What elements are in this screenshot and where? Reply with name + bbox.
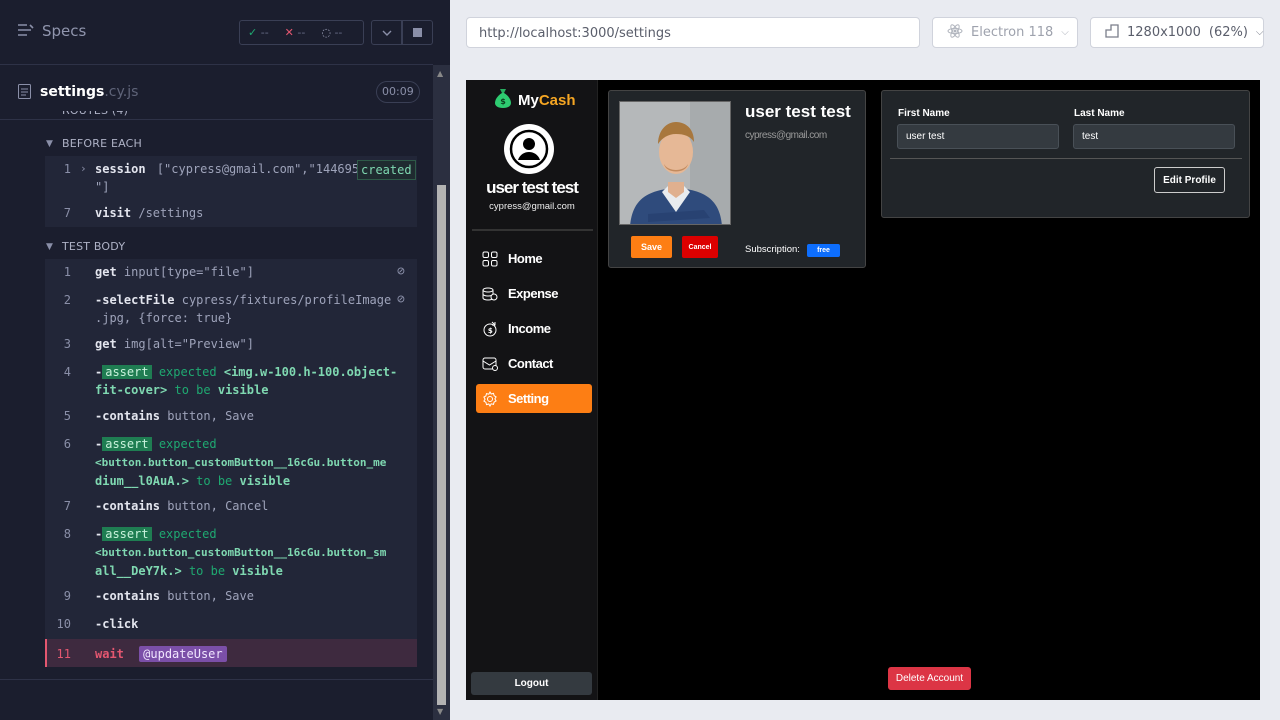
browser-selector[interactable]: Electron 118 ⌵ (932, 17, 1078, 48)
scrollbar-thumb[interactable] (437, 185, 446, 705)
x-icon: ✕ (284, 26, 294, 39)
coins-icon (482, 287, 498, 301)
subscription-badge: free (807, 244, 840, 257)
browser-name: Electron 118 (971, 25, 1054, 40)
profile-form-card: First Name user test Last Name test Edit… (881, 90, 1250, 218)
app-sidebar: $ My Cash user test test cypress@gmail.co… (466, 80, 598, 700)
spec-duration: 00:09 (376, 81, 420, 103)
failed-stat: ✕ -- (284, 26, 306, 39)
money-bag-icon: $ (492, 87, 514, 113)
svg-text:$: $ (500, 97, 506, 106)
chevron-down-icon (382, 30, 391, 36)
form-divider (890, 158, 1242, 159)
viewport-size: 1280x1000 (1127, 25, 1201, 40)
nav-item-expense[interactable]: Expense (476, 279, 592, 308)
viewport-zoom: (62%) (1208, 25, 1248, 40)
first-name-label: First Name (898, 108, 950, 119)
sidebar-user-email: cypress@gmail.com (489, 201, 575, 212)
assert-badge: assert (102, 365, 152, 379)
eye-slash-icon: ⊘ (397, 292, 405, 307)
logout-button[interactable]: Logout (471, 672, 592, 695)
scroll-up-icon[interactable]: ▲ (437, 69, 443, 78)
mycash-logo[interactable]: $ My Cash (492, 87, 576, 113)
test-stats: ✓ -- ✕ -- ◌ -- (239, 20, 364, 45)
check-icon: ✓ (248, 26, 258, 39)
spinner-icon: ◌ (321, 26, 331, 39)
app-viewport: $ My Cash user test test cypress@gmail.co… (466, 80, 1260, 700)
user-avatar-icon (509, 129, 549, 169)
cancel-button[interactable]: Cancel (682, 236, 718, 258)
nav-item-setting[interactable]: Setting (476, 384, 592, 413)
svg-text:$: $ (488, 327, 493, 335)
electron-icon (947, 23, 963, 43)
eye-slash-icon: ⊘ (397, 264, 405, 279)
cypress-runner-panel: Specs ✓ -- ✕ -- ◌ -- settings.cy.js 00:0… (0, 0, 450, 720)
gear-icon (483, 390, 497, 407)
profile-email: cypress@gmail.com (745, 130, 827, 141)
before-each-label[interactable]: BEFORE EACH (62, 137, 142, 150)
subscription-label: Subscription: (745, 244, 800, 255)
contact-mail-icon (482, 357, 498, 371)
profile-name: user test test (745, 102, 851, 121)
last-name-label: Last Name (1074, 108, 1125, 119)
menu-icon (18, 22, 34, 40)
url-bar[interactable]: http://localhost:3000/settings (466, 17, 920, 48)
first-name-field[interactable]: user test (897, 124, 1059, 149)
caret-down-icon[interactable]: ▼ (46, 139, 53, 149)
grid-icon (482, 251, 498, 266)
assert-badge: assert (102, 527, 152, 541)
specs-toggle[interactable]: Specs (18, 22, 86, 40)
profile-image (619, 101, 731, 225)
assert-badge: assert (102, 437, 152, 451)
divider (0, 679, 433, 680)
file-icon (18, 84, 31, 103)
chevron-right-icon: › (80, 162, 87, 175)
specs-label: Specs (42, 22, 87, 40)
last-name-field[interactable]: test (1073, 124, 1235, 149)
runner-topbar: Specs ✓ -- ✕ -- ◌ -- (0, 0, 433, 65)
viewport-selector[interactable]: 1280x1000 (62%) ⌵ (1090, 17, 1264, 48)
chevron-down-icon: ⌵ (1061, 27, 1069, 38)
passed-stat: ✓ -- (248, 26, 269, 39)
avatar (504, 124, 554, 174)
profile-card: Save Cancel user test test cypress@gmail… (608, 90, 866, 268)
spec-filename: settings.cy.js (40, 84, 139, 100)
session-created-badge: created (357, 160, 416, 180)
money-icon: $ (483, 321, 497, 336)
stop-button[interactable] (402, 20, 433, 45)
caret-down-icon[interactable]: ▼ (46, 242, 53, 252)
nav-item-income[interactable]: $ Income (476, 314, 592, 343)
delete-account-button[interactable]: Delete Account (888, 667, 971, 690)
chevron-down-button[interactable] (371, 20, 402, 45)
pending-stat: ◌ -- (321, 26, 343, 39)
save-button[interactable]: Save (631, 236, 672, 258)
routes-section-partial: ROUTES (4) (62, 111, 128, 119)
stop-icon (413, 28, 422, 37)
test-body-label[interactable]: TEST BODY (62, 240, 125, 253)
nav-item-contact[interactable]: Contact (476, 349, 592, 378)
scroll-down-icon[interactable]: ▼ (437, 707, 443, 716)
sidebar-user-name: user test test (486, 178, 579, 197)
alias-badge: @updateUser (139, 646, 227, 662)
sidebar-divider (472, 229, 593, 231)
chevron-down-icon: ⌵ (1255, 27, 1264, 38)
nav-item-home[interactable]: Home (476, 244, 592, 273)
edit-profile-button[interactable]: Edit Profile (1154, 167, 1225, 193)
ruler-icon (1105, 23, 1119, 42)
